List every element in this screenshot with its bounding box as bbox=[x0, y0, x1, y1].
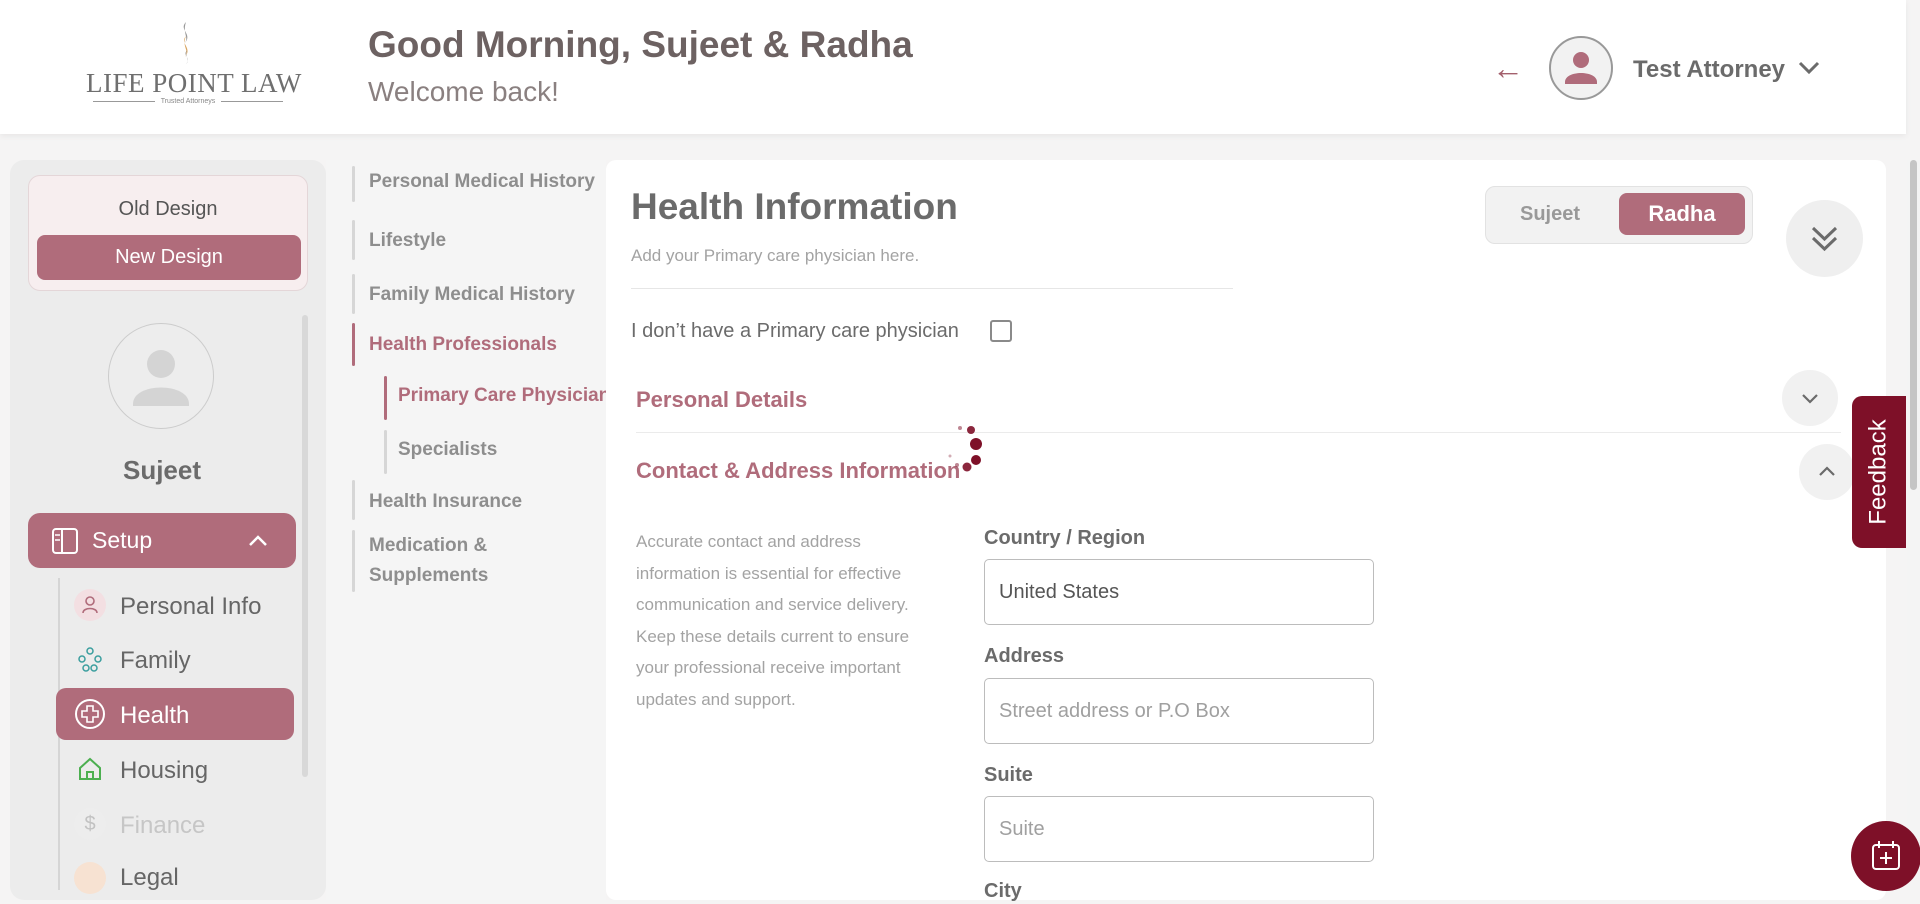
dollar-icon: $ bbox=[74, 808, 106, 840]
page-scrollbar-thumb[interactable] bbox=[1910, 160, 1917, 490]
no-pcp-label: I don’t have a Primary care physician bbox=[631, 320, 959, 342]
sidebar-item-label: Personal Info bbox=[120, 593, 262, 620]
logo-flame-icon bbox=[183, 22, 188, 64]
toggle-sujeet[interactable]: Sujeet bbox=[1495, 193, 1605, 235]
title-divider bbox=[631, 288, 1233, 289]
chevron-down-icon[interactable] bbox=[1796, 58, 1822, 78]
subnav-bar bbox=[384, 430, 387, 474]
sidebar-item-legal[interactable]: Legal bbox=[56, 852, 294, 904]
subnav-supplements[interactable]: Supplements bbox=[369, 565, 488, 587]
calendar-plus-icon bbox=[1872, 841, 1900, 870]
section-personal-details[interactable]: Personal Details bbox=[636, 387, 807, 413]
section-contact-address[interactable]: Contact & Address Information bbox=[636, 458, 960, 484]
sidebar-item-label: Legal bbox=[120, 864, 179, 891]
family-icon bbox=[74, 643, 106, 675]
subnav-personal-medical-history[interactable]: Personal Medical History bbox=[369, 171, 595, 193]
welcome-subtitle: Welcome back! bbox=[368, 76, 559, 107]
chevron-down-icon bbox=[1802, 394, 1818, 404]
city-label: City bbox=[984, 880, 1022, 902]
subnav-bar bbox=[352, 220, 355, 260]
sidebar-item-finance[interactable]: $ Finance bbox=[56, 798, 294, 850]
legal-icon bbox=[74, 862, 106, 894]
subnav-bar-active bbox=[384, 376, 387, 420]
address-label: Address bbox=[984, 645, 1065, 667]
subnav-lifestyle[interactable]: Lifestyle bbox=[369, 230, 446, 252]
subnav-bar bbox=[352, 166, 355, 202]
new-design-button[interactable]: New Design bbox=[37, 235, 301, 280]
setup-icon bbox=[52, 528, 78, 554]
contact-description: Accurate contact and address information… bbox=[636, 532, 910, 709]
no-pcp-checkbox[interactable] bbox=[990, 320, 1012, 342]
health-plus-icon bbox=[74, 698, 106, 730]
double-chevron-down-icon bbox=[1811, 226, 1838, 252]
sidebar-item-housing[interactable]: Housing bbox=[56, 743, 294, 795]
house-icon bbox=[74, 753, 106, 785]
user-avatar-icon bbox=[1565, 52, 1597, 84]
health-subnav bbox=[326, 160, 606, 900]
calendar-add-button[interactable] bbox=[1851, 821, 1920, 891]
chevron-up-icon[interactable] bbox=[246, 530, 270, 550]
section-personal-toggle[interactable] bbox=[1782, 370, 1838, 426]
subnav-primary-care-physician[interactable]: Primary Care Physician bbox=[398, 385, 610, 407]
sidebar-item-label: Finance bbox=[120, 812, 206, 839]
suite-input[interactable] bbox=[984, 796, 1374, 862]
brand-name: LIFE POINT LAW bbox=[86, 68, 302, 98]
top-header bbox=[0, 0, 1906, 134]
subnav-health-professionals[interactable]: Health Professionals bbox=[369, 334, 557, 356]
subnav-family-medical-history[interactable]: Family Medical History bbox=[369, 284, 575, 306]
sidebar-item-health[interactable]: Health bbox=[56, 688, 294, 740]
sidebar-item-family[interactable]: Family bbox=[56, 633, 294, 685]
brand-tagline: Trusted Attorneys bbox=[86, 98, 290, 105]
chevron-up-icon bbox=[1819, 466, 1835, 476]
greeting-title: Good Morning, Sujeet & Radha bbox=[368, 24, 913, 65]
subnav-health-insurance[interactable]: Health Insurance bbox=[369, 491, 522, 513]
page-subtitle: Add your Primary care physician here. bbox=[631, 246, 920, 265]
profile-avatar bbox=[108, 323, 214, 429]
sidebar-scrollbar[interactable] bbox=[302, 315, 308, 777]
collapse-all-button[interactable] bbox=[1786, 200, 1863, 277]
sidebar-item-label: Health bbox=[120, 702, 190, 729]
page-title: Health Information bbox=[631, 186, 958, 227]
section-divider bbox=[636, 432, 1841, 433]
old-design-button[interactable]: Old Design bbox=[28, 198, 308, 221]
sidebar-item-personal-info[interactable]: Personal Info bbox=[56, 579, 294, 631]
subnav-bar bbox=[352, 274, 355, 314]
address-input[interactable] bbox=[984, 678, 1374, 744]
feedback-label: Feedback bbox=[1865, 419, 1892, 525]
country-label: Country / Region bbox=[984, 527, 1146, 549]
feedback-label-wrap: Feedback bbox=[1852, 396, 1906, 548]
section-contact-toggle[interactable] bbox=[1799, 444, 1855, 500]
suite-label: Suite bbox=[984, 764, 1033, 786]
profile-name: Sujeet bbox=[122, 455, 202, 485]
profile-avatar-icon bbox=[133, 350, 189, 406]
country-input[interactable] bbox=[984, 559, 1374, 625]
loading-spinner-icon bbox=[948, 426, 982, 472]
subnav-bar-active bbox=[352, 323, 355, 366]
arrow-left-icon[interactable]: ← bbox=[1492, 52, 1524, 84]
subnav-specialists[interactable]: Specialists bbox=[398, 439, 497, 461]
sidebar-item-label: Housing bbox=[120, 757, 209, 784]
user-avatar[interactable] bbox=[1549, 36, 1613, 100]
user-name[interactable]: Test Attorney bbox=[1633, 56, 1785, 84]
sidebar-item-label: Family bbox=[120, 647, 191, 674]
person-icon bbox=[74, 589, 106, 621]
subnav-medication[interactable]: Medication & bbox=[369, 535, 487, 557]
subnav-bar bbox=[352, 480, 355, 520]
setup-label: Setup bbox=[92, 527, 153, 553]
subnav-bar bbox=[352, 530, 355, 592]
toggle-radha[interactable]: Radha bbox=[1619, 193, 1745, 235]
